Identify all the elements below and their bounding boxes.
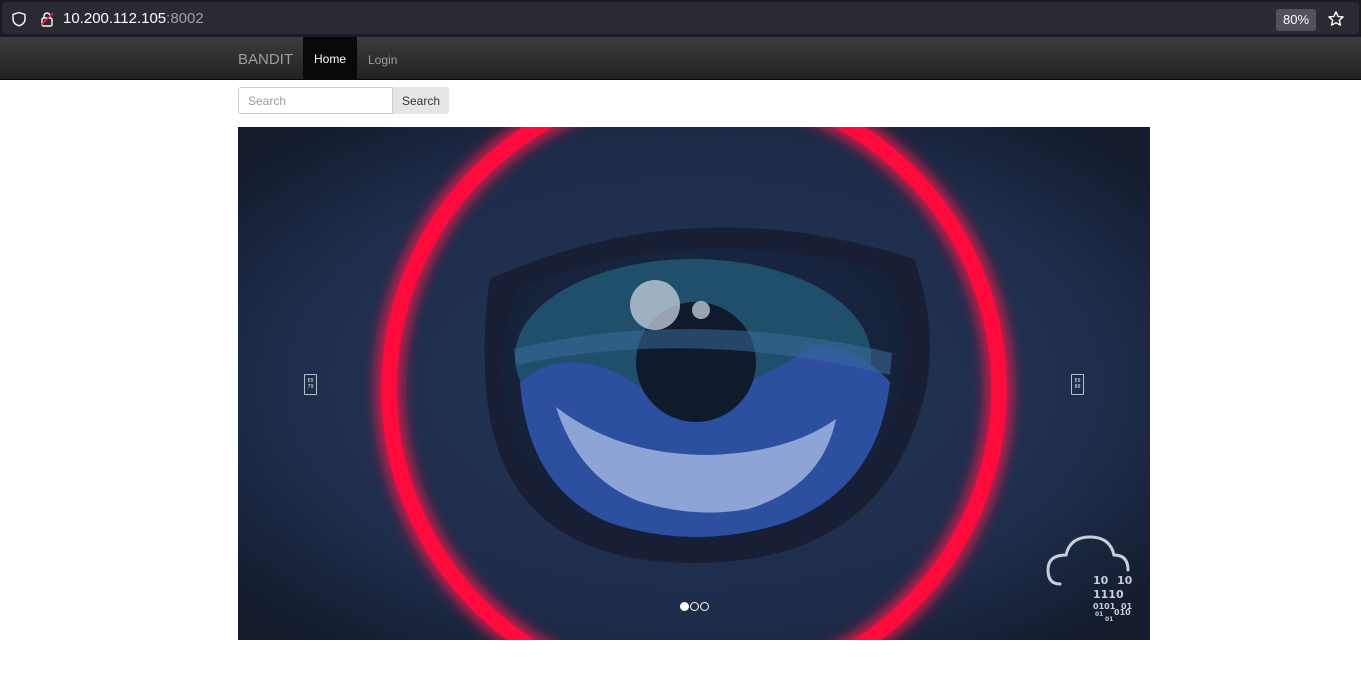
logo-binary-7: 010 [1114, 608, 1131, 617]
search-button[interactable]: Search [393, 87, 449, 114]
chevron-right-icon: E0 80 [1074, 378, 1081, 390]
carousel-indicator-3[interactable] [700, 602, 709, 611]
carousel-indicators [680, 602, 709, 611]
logo-binary-4: 0101 [1093, 602, 1116, 611]
carousel-slide-image: 10 10 1110 0101 01 01 010 01 [238, 127, 1150, 640]
site-navbar: BANDIT Home Login [0, 37, 1361, 80]
url-host: 10.200.112.105 [63, 10, 167, 27]
insecure-lock-icon[interactable] [39, 11, 55, 27]
logo-binary-2: 10 [1117, 574, 1133, 587]
carousel-next-button[interactable]: E0 80 [1071, 374, 1084, 395]
carousel-indicator-2[interactable] [690, 602, 699, 611]
nav-item-login[interactable]: Login [368, 53, 397, 67]
logo-binary-8: 01 [1105, 616, 1113, 623]
logo-binary-6: 01 [1095, 611, 1103, 618]
nav-item-home[interactable]: Home [303, 37, 357, 79]
url-port: :8002 [166, 10, 204, 27]
zoom-level-button[interactable]: 80% [1276, 9, 1316, 31]
bookmark-star-icon[interactable] [1327, 10, 1345, 28]
address-bar[interactable]: 10.200.112.105:8002 80% [2, 2, 1359, 34]
browser-toolbar: 10.200.112.105:8002 80% [0, 0, 1361, 37]
carousel-prev-button[interactable]: E0 79 [304, 374, 317, 395]
logo-binary-1: 10 [1093, 574, 1109, 587]
navbar-brand[interactable]: BANDIT [238, 51, 293, 68]
url-text[interactable]: 10.200.112.105:8002 [63, 10, 204, 27]
image-carousel: 10 10 1110 0101 01 01 010 01 E0 79 E0 80 [238, 127, 1150, 640]
search-input[interactable] [238, 87, 393, 114]
chevron-left-icon: E0 79 [307, 378, 314, 390]
logo-binary-3: 1110 [1093, 588, 1124, 601]
carousel-indicator-1[interactable] [680, 602, 689, 611]
shield-icon[interactable] [11, 11, 27, 27]
